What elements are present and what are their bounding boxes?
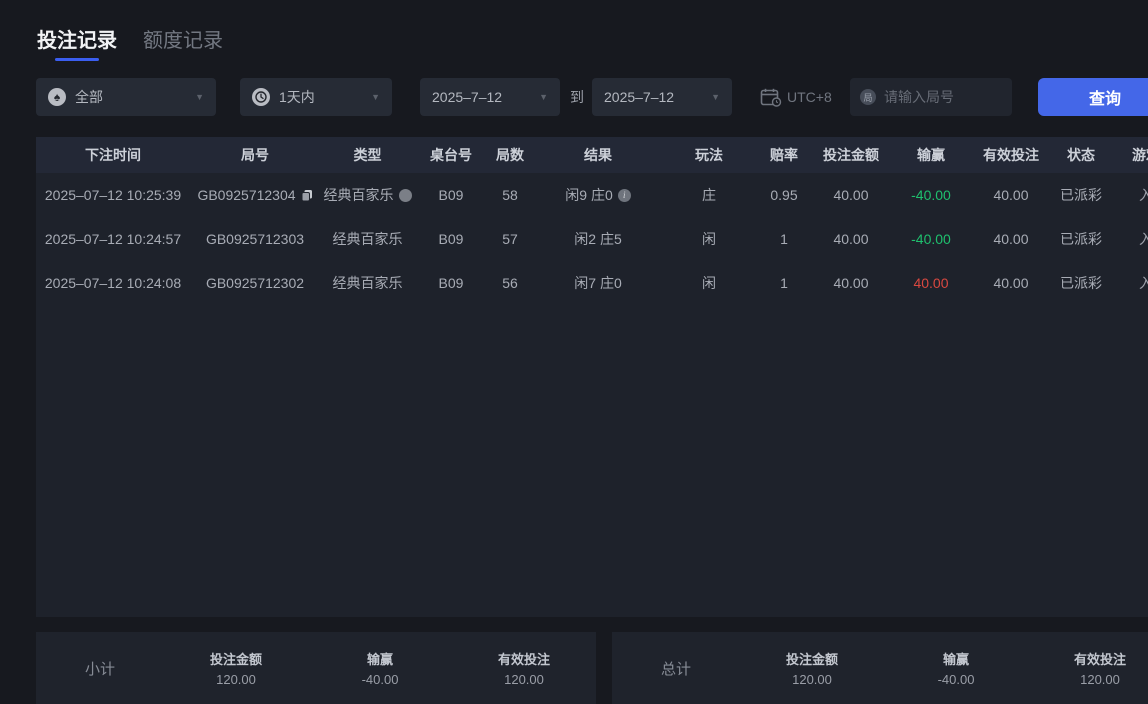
cell-winloss: -40.00 <box>889 187 973 203</box>
table-header-row: 下注时间 局号 类型 桌台号 局数 结果 玩法 赔率 投注金额 输赢 有效投注 … <box>36 137 1148 173</box>
chevron-down-icon: ▼ <box>539 92 548 102</box>
cell-round: GB0925712303 <box>190 231 320 247</box>
info-icon[interactable]: i <box>618 189 631 202</box>
col-header-winloss: 输赢 <box>889 145 973 165</box>
cell-table: B09 <box>415 231 487 247</box>
cell-round: GB0925712302 <box>190 275 320 291</box>
col-header-time: 下注时间 <box>36 145 190 165</box>
tab-quota-records[interactable]: 额度记录 <box>143 24 223 61</box>
date-to-select[interactable]: 2025–7–12 ▼ <box>592 78 732 116</box>
cell-play: 闲 <box>663 273 755 293</box>
total-valid: 有效投注 120.00 <box>1028 649 1148 687</box>
cell-bet: 40.00 <box>813 187 889 203</box>
status-badge: 已派彩 <box>1049 229 1113 249</box>
cell-shoe: 56 <box>487 275 533 291</box>
chevron-down-icon: ▼ <box>371 92 380 102</box>
timezone-label: UTC+8 <box>787 89 832 105</box>
col-header-status: 状态 <box>1049 145 1113 165</box>
total-panel: 总计 投注金额 120.00 输赢 -40.00 有效投注 120.00 <box>612 632 1148 704</box>
col-header-round: 局号 <box>190 145 320 165</box>
col-header-odds: 赔率 <box>755 145 813 165</box>
cell-valid: 40.00 <box>973 231 1049 247</box>
table-row: 2025–07–12 10:24:57 GB0925712303 经典百家乐 B… <box>36 217 1148 261</box>
round-icon: 局 <box>860 89 876 105</box>
video-icon[interactable] <box>399 189 412 202</box>
spade-icon: ♠ <box>48 88 66 106</box>
date-range-to-label: 到 <box>570 78 584 116</box>
game-type-select[interactable]: ♠ 全部 ▼ <box>36 78 216 116</box>
cell-valid: 40.00 <box>973 187 1049 203</box>
cell-time: 2025–07–12 10:24:57 <box>36 231 190 247</box>
table-row: 2025–07–12 10:24:08 GB0925712302 经典百家乐 B… <box>36 261 1148 305</box>
calendar-clock-icon <box>760 88 782 107</box>
filter-bar: ♠ 全部 ▼ 1天内 ▼ 2025–7–12 ▼ 到 2025–7–12 ▼ <box>0 78 1148 116</box>
take-seat-link[interactable]: 入座 <box>1113 229 1148 249</box>
cell-result: 闲7 庄0 <box>533 273 663 293</box>
round-search-input[interactable] <box>884 89 1002 105</box>
table-row: 2025–07–12 10:25:39 GB0925712304 经典百家乐 B… <box>36 173 1148 217</box>
subtotal-winloss: 输赢 -40.00 <box>308 649 452 687</box>
cell-type: 经典百家乐 <box>320 273 415 293</box>
col-header-play: 玩法 <box>663 145 755 165</box>
copy-icon[interactable] <box>301 189 313 202</box>
subtotal-panel: 小计 投注金额 120.00 输赢 -40.00 有效投注 120.00 <box>36 632 596 704</box>
total-winloss: 输赢 -40.00 <box>884 649 1028 687</box>
cell-odds: 1 <box>755 231 813 247</box>
cell-table: B09 <box>415 275 487 291</box>
timezone-indicator: UTC+8 <box>760 78 832 116</box>
cell-odds: 1 <box>755 275 813 291</box>
cell-result: 闲2 庄5 <box>533 229 663 249</box>
cell-table: B09 <box>415 187 487 203</box>
cell-type: 经典百家乐 <box>320 229 415 249</box>
cell-shoe: 57 <box>487 231 533 247</box>
total-title: 总计 <box>612 658 740 679</box>
cell-play: 庄 <box>663 185 755 205</box>
query-button[interactable]: 查询 <box>1038 78 1148 116</box>
clock-icon <box>252 88 270 106</box>
cell-time: 2025–07–12 10:24:08 <box>36 275 190 291</box>
cell-winloss: 40.00 <box>889 275 973 291</box>
chevron-down-icon: ▼ <box>195 92 204 102</box>
col-header-table: 桌台号 <box>415 145 487 165</box>
cell-bet: 40.00 <box>813 275 889 291</box>
cell-valid: 40.00 <box>973 275 1049 291</box>
col-header-game-table: 游戏枱 <box>1113 145 1148 165</box>
subtotal-bet: 投注金额 120.00 <box>164 649 308 687</box>
total-bet: 投注金额 120.00 <box>740 649 884 687</box>
cell-odds: 0.95 <box>755 187 813 203</box>
cell-bet: 40.00 <box>813 231 889 247</box>
col-header-result: 结果 <box>533 145 663 165</box>
col-header-shoe: 局数 <box>487 145 533 165</box>
cell-round: GB0925712304 <box>190 187 320 203</box>
table-body: 2025–07–12 10:25:39 GB0925712304 经典百家乐 B… <box>36 173 1148 617</box>
time-range-select[interactable]: 1天内 ▼ <box>240 78 392 116</box>
cell-winloss: -40.00 <box>889 231 973 247</box>
game-type-value: 全部 <box>75 87 103 107</box>
cell-type: 经典百家乐 <box>320 185 415 205</box>
cell-shoe: 58 <box>487 187 533 203</box>
bet-records-table: 下注时间 局号 类型 桌台号 局数 结果 玩法 赔率 投注金额 输赢 有效投注 … <box>36 137 1148 617</box>
tab-bet-records[interactable]: 投注记录 <box>37 24 117 61</box>
col-header-type: 类型 <box>320 145 415 165</box>
cell-play: 闲 <box>663 229 755 249</box>
time-range-value: 1天内 <box>279 87 315 107</box>
status-badge: 已派彩 <box>1049 273 1113 293</box>
cell-time: 2025–07–12 10:25:39 <box>36 187 190 203</box>
date-to-value: 2025–7–12 <box>604 89 674 105</box>
subtotal-valid: 有效投注 120.00 <box>452 649 596 687</box>
col-header-valid: 有效投注 <box>973 145 1049 165</box>
cell-result: 闲9 庄0 i <box>533 185 663 205</box>
status-badge: 已派彩 <box>1049 185 1113 205</box>
top-tabs: 投注记录 额度记录 <box>37 24 223 61</box>
col-header-bet: 投注金额 <box>813 145 889 165</box>
take-seat-link[interactable]: 入座 <box>1113 273 1148 293</box>
subtotal-title: 小计 <box>36 658 164 679</box>
round-search-field: 局 <box>850 78 1012 116</box>
chevron-down-icon: ▼ <box>711 92 720 102</box>
date-from-value: 2025–7–12 <box>432 89 502 105</box>
take-seat-link[interactable]: 入座 <box>1113 185 1148 205</box>
date-from-select[interactable]: 2025–7–12 ▼ <box>420 78 560 116</box>
